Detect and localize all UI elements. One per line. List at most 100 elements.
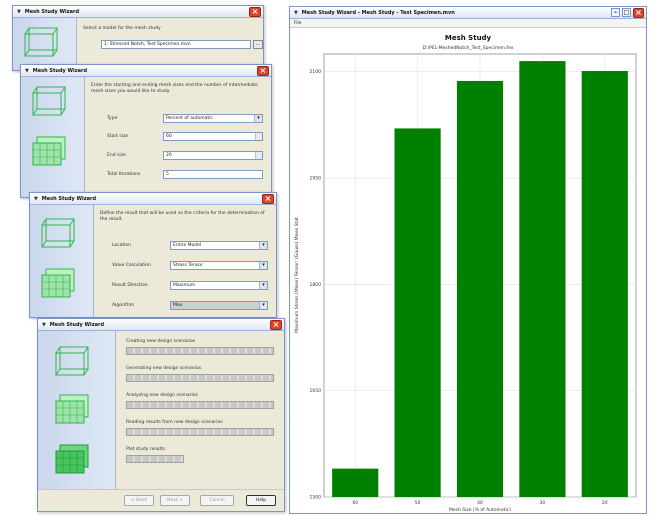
type-dropdown[interactable]: Percent of automatic ▾ <box>163 114 263 123</box>
wizard-window-select-model: ▼ Mesh Study Wizard × Select a model for… <box>12 5 264 71</box>
type-value: Percent of automatic <box>166 116 213 121</box>
y-tick-label: 1950 <box>310 176 322 182</box>
menu-item-file[interactable]: File <box>294 21 302 26</box>
step-description: Enter the starting and ending mesh sizes… <box>91 83 258 94</box>
step-label: Plot study results <box>126 447 165 452</box>
chevron-down-icon[interactable]: ▾ <box>259 242 267 249</box>
browse-button[interactable]: … <box>253 40 263 49</box>
window-title: Mesh Study Wizard <box>32 68 88 74</box>
value-calculation-value: Stress Tensor <box>173 263 203 268</box>
x-tick-label: 30 <box>540 500 546 506</box>
wizard-window-progress: ▼ Mesh Study Wizard × Creating new desig… <box>37 318 285 512</box>
close-icon[interactable]: × <box>270 320 282 330</box>
minimize-icon[interactable]: – <box>611 8 620 17</box>
y-tick-label: 1650 <box>310 388 322 394</box>
wizard-side-panel <box>30 205 94 317</box>
end-size-field[interactable]: 20 <box>163 151 263 160</box>
title-bar: ▼ Mesh Study Wizard × <box>30 193 276 205</box>
step-description: Select a model for the mesh study <box>83 26 161 31</box>
meshed-cube-icon <box>41 268 75 298</box>
model-path-field[interactable]: 1: Stressed Notch, Test Specimen.mvn <box>101 40 251 49</box>
title-bar: ▼ Mesh Study Wizard × <box>38 319 284 331</box>
title-bar: ▼ Mesh Study Wizard × <box>13 6 263 18</box>
title-bar: ▼ Mesh Study Wizard - Mesh Study - Test … <box>290 7 646 19</box>
x-tick-label: 60 <box>352 500 358 506</box>
mesh-study-graph-window: ▼ Mesh Study Wizard - Mesh Study - Test … <box>289 6 647 514</box>
progress-bar <box>126 428 274 436</box>
algorithm-value: Max <box>173 303 183 308</box>
wizard-side-panel <box>13 18 77 70</box>
close-icon[interactable]: × <box>249 7 261 17</box>
bar-60 <box>332 468 379 497</box>
close-icon[interactable]: × <box>257 66 269 76</box>
meshed-cube-icon <box>32 136 66 166</box>
total-iterations-field[interactable]: 5 <box>163 170 263 179</box>
progress-bar <box>126 455 184 463</box>
start-size-field[interactable]: 60 <box>163 132 263 141</box>
x-tick-label: 40 <box>477 500 483 506</box>
start-size-value: 60 <box>166 134 172 139</box>
wizard-side-panel <box>38 331 116 489</box>
bar-30 <box>519 61 566 497</box>
result-direction-label: Result Direction <box>112 283 148 288</box>
end-size-label: End size <box>107 153 126 158</box>
algorithm-dropdown[interactable]: Max ▾ <box>170 301 268 310</box>
end-size-value: 20 <box>166 153 172 158</box>
maximize-icon[interactable]: □ <box>622 8 631 17</box>
chart-title: Mesh Study <box>445 34 492 42</box>
step-label: Generating new design scenarios <box>126 366 202 371</box>
window-title: Mesh Study Wizard <box>41 196 97 202</box>
mesh-cube-icon <box>55 346 89 376</box>
close-icon[interactable]: × <box>262 194 274 204</box>
button-bar: < Back Next > Cancel Help <box>38 489 284 511</box>
solved-cube-icon <box>55 444 89 474</box>
bar-50 <box>394 128 441 497</box>
location-value: Entire Model <box>173 243 202 248</box>
window-menu-icon[interactable]: ▼ <box>34 193 40 205</box>
y-tick-label: 1500 <box>310 495 322 501</box>
value-calculation-dropdown[interactable]: Stress Tensor ▾ <box>170 261 268 270</box>
title-bar: ▼ Mesh Study Wizard × <box>21 65 271 77</box>
chevron-down-icon[interactable]: ▾ <box>259 262 267 269</box>
progress-bar <box>126 401 274 409</box>
algorithm-label: Algorithm <box>112 303 135 308</box>
window-menu-icon[interactable]: ▼ <box>42 319 48 331</box>
spinner-icon[interactable] <box>255 133 262 140</box>
window-title: Mesh Study Wizard - Mesh Study - Test Sp… <box>301 10 455 16</box>
result-direction-dropdown[interactable]: Maximum ▾ <box>170 281 268 290</box>
chart-subtitle: D:\PEL-MeshedNotch_Test_Specimen.fex <box>423 45 514 51</box>
bar-20 <box>581 71 628 497</box>
window-title: Mesh Study Wizard <box>49 322 105 328</box>
meshed-cube-icon <box>55 394 89 424</box>
location-dropdown[interactable]: Entire Model ▾ <box>170 241 268 250</box>
x-axis-label: Mesh Size (% of Automatic) <box>449 507 511 513</box>
back-button[interactable]: < Back <box>124 495 154 506</box>
chevron-down-icon[interactable]: ▾ <box>259 282 267 289</box>
step-label: Analyzing new design scenarios <box>126 393 198 398</box>
y-tick-label: 1800 <box>310 282 322 288</box>
total-iterations-label: Total Iterations <box>107 172 141 177</box>
chevron-down-icon[interactable]: ▾ <box>254 115 262 122</box>
spinner-icon[interactable] <box>255 152 262 159</box>
step-label: Reading results from new design scenario… <box>126 420 223 425</box>
close-icon[interactable]: × <box>633 8 644 18</box>
chevron-down-icon[interactable]: ▾ <box>259 302 267 309</box>
mesh-cube-icon <box>24 27 58 57</box>
x-tick-label: 20 <box>602 500 608 506</box>
next-button[interactable]: Next > <box>160 495 190 506</box>
y-tick-label: 2100 <box>310 69 322 75</box>
menu-bar: File <box>290 19 646 28</box>
wizard-window-mesh-sizes: ▼ Mesh Study Wizard × Enter the starting… <box>20 64 272 198</box>
step-label: Creating new design scenarios <box>126 339 196 344</box>
mesh-cube-icon <box>41 218 75 248</box>
result-direction-value: Maximum <box>173 283 196 288</box>
y-axis-label: Maximum Stress (Mises) Tensor: (Gauss) M… <box>294 217 300 333</box>
cancel-button[interactable]: Cancel <box>200 495 234 506</box>
progress-bar <box>126 347 274 355</box>
window-menu-icon[interactable]: ▼ <box>294 7 300 19</box>
window-menu-icon[interactable]: ▼ <box>17 6 23 18</box>
progress-bar <box>126 374 274 382</box>
value-calculation-label: Value Calculation <box>112 263 151 268</box>
help-button[interactable]: Help <box>246 495 276 506</box>
window-menu-icon[interactable]: ▼ <box>25 65 31 77</box>
